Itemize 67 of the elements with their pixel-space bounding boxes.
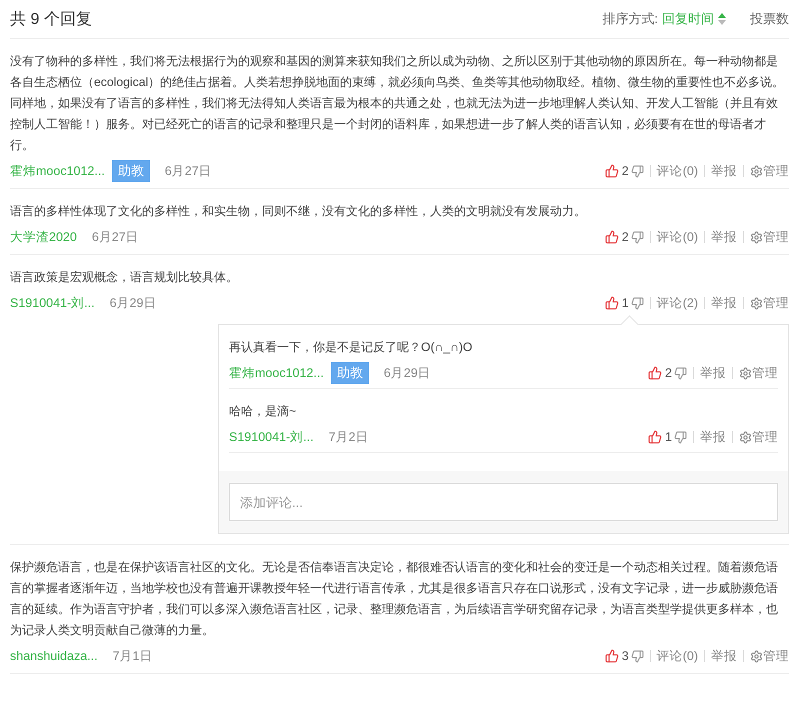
report-link[interactable]: 举报 — [711, 648, 737, 664]
post-date: 6月29日 — [384, 364, 432, 382]
report-link[interactable]: 举报 — [700, 364, 726, 382]
like-count: 2 — [622, 230, 629, 244]
role-badge: 助教 — [330, 362, 369, 384]
comment-link[interactable]: 评论(0) — [656, 162, 698, 180]
post-date: 6月27日 — [92, 228, 140, 246]
settings-icon[interactable] — [739, 430, 752, 444]
post-text: 保护濒危语言，也是在保护该语言社区的文化。无论是否信奉语言决定论，都很难否认语言的变化和社会的变迁是一个动态相关过程。随着濒危语言的掌握者逐渐年迈，当地学校也没有普遍开课教授年轻一代进行语言传承，尤其是很多语言只存在口说形式，没有文字记录，进一步威胁濒危语言的延续。作为语言守护者，我们可以多深入濒危语言社区，记录、整理濒危语言，为后续语言学研究留存记录，为语言类型学提供更多样本，也为记录人类文明贡献自己微薄的力量。 — [10, 559, 779, 639]
post-text: 语言政策是宏观概念，语言规划比较具体。 — [10, 269, 239, 286]
like-count: 3 — [622, 649, 629, 663]
manage-link[interactable]: 管理 — [763, 648, 789, 664]
post-date: 7月1日 — [112, 648, 154, 664]
post-date: 6月29日 — [110, 294, 158, 312]
post-text: 同样地，如果没有了语言的多样性，我们将无法得知人类语言最为根本的共通之处，也就无法为进一步地理解人类认知、开发人工智能（并且有效控制人工智能！）服务。对已经死亡的语言的记录和整理只是一个封闭的语料库，如果想进一步了解人类的语言认知，必须要有在世的母语者才行。 — [10, 95, 779, 154]
settings-icon[interactable] — [750, 164, 763, 178]
sort-option[interactable]: 回复时间 — [662, 10, 714, 28]
post-date: 6月27日 — [164, 162, 213, 180]
thumbs-down-icon[interactable] — [630, 650, 644, 662]
thumbs-up-icon[interactable] — [604, 296, 619, 310]
settings-icon[interactable] — [750, 650, 763, 662]
thumbs-down-icon[interactable] — [630, 164, 644, 178]
role-badge: 助教 — [112, 160, 150, 182]
manage-link[interactable]: 管理 — [763, 228, 789, 246]
thumbs-up-icon[interactable] — [604, 164, 619, 178]
author-link[interactable]: 霍炜mooc1012... — [10, 162, 105, 180]
like-count: 1 — [622, 296, 629, 310]
comment-text: 哈哈，是滴~ — [229, 403, 298, 420]
author-link[interactable]: S1910041-刘... — [10, 294, 95, 312]
comment-link[interactable]: 评论(2) — [656, 294, 698, 312]
like-count: 2 — [622, 164, 629, 178]
thumbs-up-icon[interactable] — [604, 230, 619, 244]
thumbs-down-icon[interactable] — [630, 230, 644, 244]
post-text: 没有了物种的多样性，我们将无法根据行为的观察和基因的测算来获知我们之所以成为动物、之所以区别于其他动物的原因所在。每一种动物都是各自生态栖位（ecological）的绝佳占据着。人类若想挣脱地面的束缚，就必须向鸟类、鱼类等其他动物取经。植物、微生物的重要性也不必多说。 — [10, 53, 786, 91]
comment-link[interactable]: 评论(0) — [656, 648, 698, 664]
reply-count-title: 共 9 个回复 — [10, 10, 93, 30]
report-link[interactable]: 举报 — [711, 162, 737, 180]
sort-option[interactable]: 投票数 — [750, 10, 789, 28]
thumbs-down-icon[interactable] — [630, 296, 644, 310]
report-link[interactable]: 举报 — [700, 428, 726, 446]
thumbs-down-icon[interactable] — [674, 430, 687, 444]
post-date: 7月2日 — [328, 428, 370, 446]
thumbs-up-icon[interactable] — [648, 430, 662, 444]
settings-icon[interactable] — [750, 296, 763, 310]
settings-icon[interactable] — [739, 366, 752, 380]
author-link[interactable]: 霍炜mooc1012... — [229, 364, 324, 382]
like-count: 2 — [665, 366, 672, 380]
comment-input[interactable]: 添加评论... — [229, 483, 778, 521]
sort-label: 排序方式: — [602, 10, 658, 28]
comment-link[interactable]: 评论(0) — [656, 228, 698, 246]
thumbs-up-icon[interactable] — [648, 366, 662, 380]
manage-link[interactable]: 管理 — [752, 428, 778, 446]
report-link[interactable]: 举报 — [711, 294, 737, 312]
thumbs-down-icon[interactable] — [674, 366, 687, 380]
manage-link[interactable]: 管理 — [752, 364, 778, 382]
author-link[interactable]: 大学渣2020 — [10, 228, 77, 246]
comment-text: 再认真看一下，你是不是记反了呢？O(∩_∩)O — [229, 339, 474, 356]
author-link[interactable]: S1910041-刘... — [229, 428, 314, 446]
author-link[interactable]: shanshuidaza... — [10, 649, 98, 663]
settings-icon[interactable] — [750, 230, 763, 244]
thumbs-up-icon[interactable] — [604, 649, 619, 663]
manage-link[interactable]: 管理 — [763, 294, 789, 312]
like-count: 1 — [665, 430, 672, 444]
report-link[interactable]: 举报 — [711, 228, 737, 246]
post-text: 语言的多样性体现了文化的多样性，和实生物，同则不继，没有文化的多样性，人类的文明就没有发展动力。 — [10, 203, 587, 220]
manage-link[interactable]: 管理 — [763, 162, 789, 180]
sort-arrows-icon[interactable] — [718, 13, 726, 25]
